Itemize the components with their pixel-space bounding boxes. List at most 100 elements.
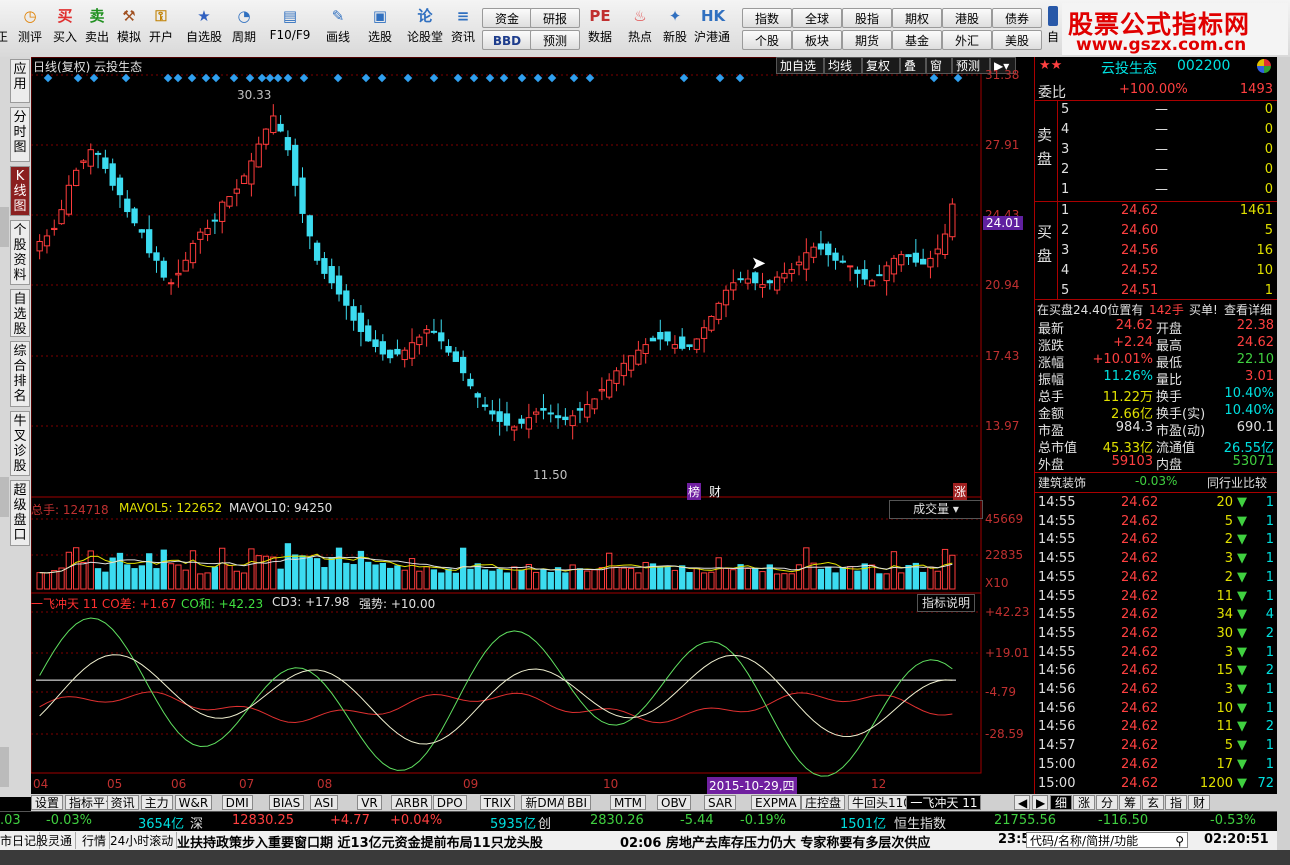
toolbar-news-button[interactable]: ≡ 资讯 [448,2,478,54]
quote-tab[interactable]: 财 [1188,795,1210,810]
toolbar-hot-button[interactable]: ♨ 热点 [624,2,656,54]
marker-bang[interactable]: 榜 [687,483,702,500]
toolbar-grid-button[interactable]: BBD [482,30,532,50]
indicator-tab[interactable]: DMI [221,795,253,810]
toolbar-buy-button[interactable]: 买买入 [50,2,80,54]
buy-order-row[interactable]: 4 24.52 10 [1035,262,1277,281]
tick-row[interactable]: 14:56 24.62 15 ▼ 2 [1035,662,1277,681]
left-tab[interactable]: 自选股 [10,289,30,337]
market-button[interactable]: 港股 [942,8,992,28]
left-tab[interactable]: 分时图 [10,107,30,162]
kline-chart-area[interactable]: 日线(复权) 云投生态 加自选 均线 复权叠窗预测 ▶▾ 31.38 27.91 24.4… [31,57,1034,794]
market-button[interactable]: 债券 [992,8,1042,28]
toolbar-lun-button[interactable]: 论论股堂 [404,2,446,54]
left-tab[interactable]: 超级盘口 [10,480,30,546]
left-handle[interactable] [0,207,9,247]
buy-order-row[interactable]: 2 24.60 5 [1035,222,1277,241]
market-button[interactable]: 基金 [892,30,942,50]
toolbar-star-button[interactable]: ★ 自选股 [184,2,224,54]
tick-row[interactable]: 14:55 24.62 5 ▼ 1 [1035,513,1277,532]
indicator-tab[interactable]: OBV [657,795,691,810]
tick-row[interactable]: 14:56 24.62 10 ▼ 1 [1035,700,1277,719]
sell-order-row[interactable]: 1—0 [1035,181,1277,200]
toolbar-grid-button[interactable]: 预测 [530,30,580,50]
tick-row[interactable]: 14:55 24.62 30 ▼ 2 [1035,625,1277,644]
quote-tab[interactable]: 筹 [1119,795,1141,810]
pie-chart-icon[interactable] [1257,59,1271,73]
toolbar-pe-button[interactable]: PE 数据 [584,2,616,54]
tick-row[interactable]: 14:56 24.62 3 ▼ 1 [1035,681,1277,700]
marker-cai[interactable]: 财 [709,483,721,500]
toolbar-new-stock-button[interactable]: ✦ 新股 [660,2,690,54]
industry-compare-link[interactable]: 同行业比较 [1207,474,1267,491]
indicator-tab[interactable]: 一飞冲天 11 [906,795,982,810]
left-tab[interactable]: 应用 [10,59,30,103]
status-tab[interactable]: 24小时滚动 [110,832,178,849]
tick-row[interactable]: 14:57 24.62 5 ▼ 1 [1035,737,1277,756]
left-tab[interactable]: 综合排名 [10,341,30,407]
quote-tab[interactable]: 涨 [1073,795,1095,810]
tick-row[interactable]: 14:55 24.62 3 ▼ 1 [1035,550,1277,569]
star-icon[interactable]: ★★ [1039,58,1062,73]
indicator-help-button[interactable]: 指标说明 [917,594,976,612]
toolbar-document-button[interactable]: ▤ F10/F9 [268,2,312,54]
chart-button[interactable]: 加自选 [776,57,824,74]
market-button[interactable]: 期权 [892,8,942,28]
chart-button[interactable]: 窗 [926,57,952,74]
status-tab[interactable]: 行情 [82,832,111,849]
toolbar-lock-button[interactable]: ⚿ 开户 [146,2,176,54]
status-tab[interactable]: 股灵通 [36,832,77,849]
vertical-scrollbar[interactable] [1277,57,1290,863]
market-button[interactable]: 板块 [792,30,842,50]
indicator-tab[interactable]: TRIX [479,795,516,810]
volume-indicator-select[interactable]: 成交量 ▾ [889,500,983,519]
left-tab[interactable]: 个股资料 [10,220,30,285]
indicator-tab[interactable]: DPO [432,795,467,810]
indicator-tab[interactable]: MTM [610,795,647,810]
toolbar-pen-button[interactable]: ✎ 画线 [318,2,358,54]
chart-button[interactable]: 叠 [900,57,926,74]
indicator-tab[interactable]: 主力 [140,795,173,810]
left-tab[interactable]: 牛叉诊股 [10,411,30,476]
market-button[interactable]: 个股 [742,30,792,50]
tick-row[interactable]: 15:00 24.62 1200 ▼ 72 [1035,775,1277,794]
toolbar-clock-button[interactable]: ◔ 周期 [224,2,264,54]
sell-order-row[interactable]: 5—0 [1035,101,1277,120]
quote-tab[interactable]: 分 [1096,795,1118,810]
news-ticker-2[interactable]: 02:06 房地产去库存压力仍大 专家称要有多层次供应 [620,832,930,851]
tick-row[interactable]: 14:55 24.62 34 ▼ 4 [1035,606,1277,625]
indicator-tab[interactable]: BIAS [268,795,305,810]
view-detail-link[interactable]: 查看详细 [1224,301,1272,318]
tick-row[interactable]: 14:55 24.62 3 ▼ 1 [1035,644,1277,663]
sell-order-row[interactable]: 4—0 [1035,121,1277,140]
market-button[interactable]: 指数 [742,8,792,28]
status-tab[interactable]: 市日记 [0,832,41,849]
left-handle[interactable] [0,477,9,517]
scroll-left-icon[interactable]: ◀ [1014,795,1030,810]
tick-row[interactable]: 14:56 24.62 11 ▼ 2 [1035,718,1277,737]
indicator-tab[interactable]: ASI [310,795,338,810]
indicator-tab[interactable]: BBI [563,795,592,810]
tick-row[interactable]: 14:55 24.62 11 ▼ 1 [1035,588,1277,607]
tick-row[interactable]: 14:55 24.62 2 ▼ 1 [1035,569,1277,588]
indicator-tab[interactable]: EXPMA [751,795,801,810]
toolbar-sell-button[interactable]: 卖卖出 [82,2,112,54]
buy-order-row[interactable]: 1 24.62 1461 [1035,202,1277,221]
market-button[interactable]: 全球 [792,8,842,28]
toolbar-clock-button[interactable]: ◷ 测评 [12,2,48,54]
toolbar-grid-button[interactable]: 资金 [482,8,532,28]
toolbar-grid-button[interactable]: 研报 [530,8,580,28]
quote-tab[interactable]: 细 [1050,795,1072,810]
quote-tab[interactable]: 玄 [1142,795,1164,810]
market-button[interactable]: 外汇 [942,30,992,50]
indicator-tab[interactable]: W&R [174,795,213,810]
indicator-tab[interactable]: 牛回头110 [848,795,915,810]
indicator-tab[interactable]: 资讯 [106,795,139,810]
buy-order-row[interactable]: 3 24.56 16 [1035,242,1277,261]
indicator-tab[interactable]: 设置 [31,795,64,810]
code-search-input[interactable]: 代码/名称/简拼/功能 ⚲ [1026,832,1188,848]
sell-order-row[interactable]: 2—0 [1035,161,1277,180]
tick-row[interactable]: 14:55 24.62 20 ▼ 1 [1035,494,1277,513]
sell-order-row[interactable]: 3—0 [1035,141,1277,160]
news-ticker[interactable]: 业扶持政策步入重要窗口期 近13亿元资金提前布局11只龙头股 [177,832,543,851]
